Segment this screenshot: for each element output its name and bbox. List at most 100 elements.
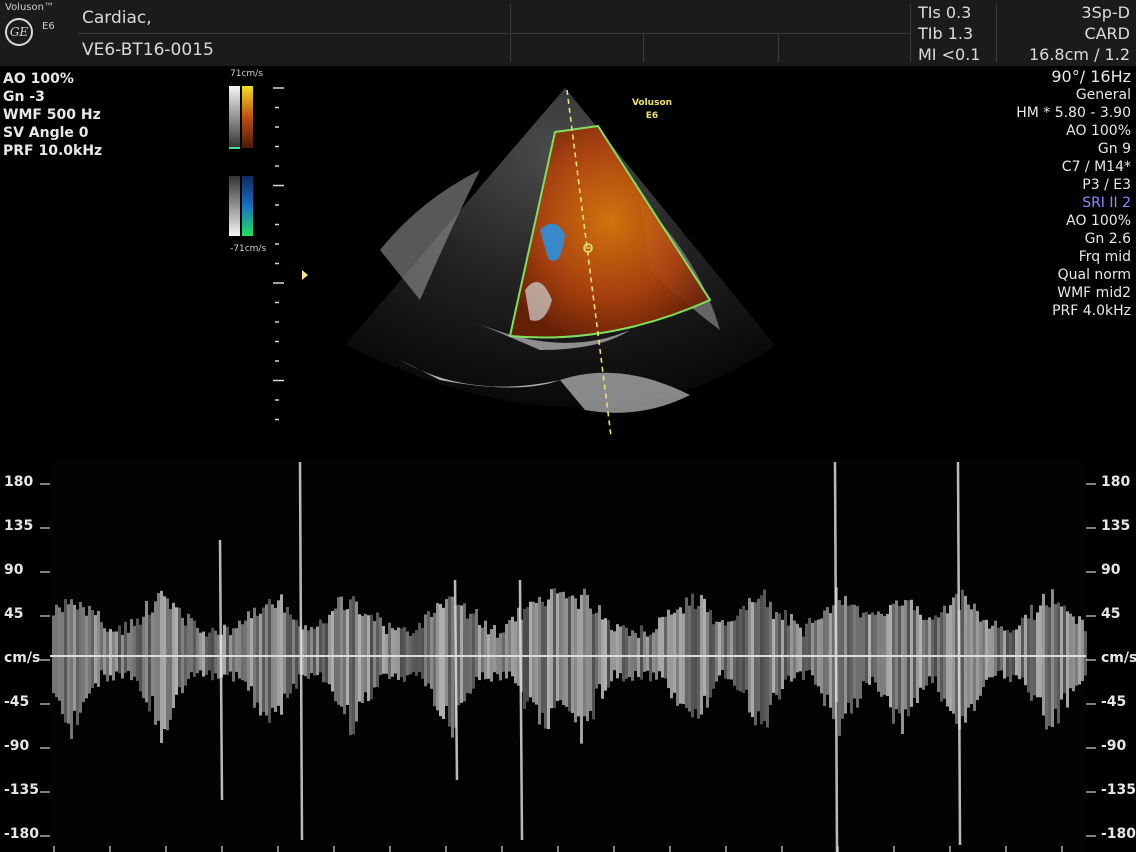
spectral-column xyxy=(1057,602,1060,724)
spectral-column xyxy=(514,621,517,684)
spectral-column xyxy=(304,625,307,677)
spectral-column xyxy=(364,613,367,693)
spectral-column xyxy=(94,615,97,684)
spectral-column xyxy=(415,630,418,676)
spectral-column xyxy=(592,613,595,720)
spectral-column xyxy=(655,629,658,680)
spectral-column xyxy=(1006,629,1009,677)
spectral-column xyxy=(1000,626,1003,671)
spectral-column xyxy=(781,619,784,690)
header-bar: Voluson™ GE E6 Cardiac, VE6-BT16-0015 TI… xyxy=(0,0,1136,66)
spectral-column xyxy=(358,614,361,702)
spectral-column xyxy=(130,619,133,681)
spectral-column xyxy=(64,599,67,723)
spectral-column xyxy=(328,614,331,685)
spectral-column xyxy=(262,607,265,712)
spectral-column xyxy=(709,609,712,698)
spectral-column xyxy=(526,607,529,702)
spectral-column xyxy=(784,609,787,680)
spectral-column xyxy=(898,605,901,714)
header-divider xyxy=(510,33,910,34)
spectral-column xyxy=(667,609,670,689)
spectral-column xyxy=(550,589,553,709)
velocity-tick-label: 45 xyxy=(4,606,24,622)
spectral-column xyxy=(796,623,799,673)
spectral-column xyxy=(562,591,565,706)
spectral-column xyxy=(1084,631,1087,676)
spectral-column xyxy=(1024,614,1027,686)
spectral-column xyxy=(787,625,790,676)
spectral-column xyxy=(79,601,82,713)
spectral-column xyxy=(910,599,913,707)
spectral-column xyxy=(922,619,925,690)
spectral-column xyxy=(853,604,856,699)
velocity-tick-label: -135 xyxy=(4,782,40,798)
spectral-column xyxy=(1081,619,1084,682)
spectral-column xyxy=(169,608,172,720)
spectral-column xyxy=(148,614,151,712)
spectral-column xyxy=(865,611,868,683)
spectral-column xyxy=(1075,623,1078,686)
spectral-column xyxy=(625,627,628,679)
spectral-column xyxy=(985,619,988,680)
spectral-column xyxy=(559,592,562,701)
spectral-column xyxy=(199,632,202,671)
velocity-tick-label: 45 xyxy=(1101,606,1121,622)
spectral-column xyxy=(1066,611,1069,708)
spectral-column xyxy=(88,605,91,694)
spectral-column xyxy=(100,622,103,671)
spectral-column xyxy=(472,613,475,689)
spectral-column xyxy=(745,610,748,690)
spectral-column xyxy=(91,610,94,688)
color-bar-velocity-top xyxy=(229,86,240,148)
spectral-column xyxy=(769,601,772,705)
spectral-column xyxy=(421,627,424,679)
header-divider xyxy=(910,4,911,62)
spectral-column xyxy=(973,603,976,712)
spectral-column xyxy=(913,610,916,699)
spectral-column xyxy=(1009,632,1012,682)
color-bar-flow-toward xyxy=(242,86,253,148)
spectral-column xyxy=(724,625,727,679)
spectral-column xyxy=(805,623,808,671)
velocity-tick-label: -45 xyxy=(4,694,30,710)
spectral-column xyxy=(874,614,877,683)
voluson-watermark: Voluson E6 xyxy=(628,97,676,123)
spectral-column xyxy=(151,612,154,697)
color-bar-velocity-bottom xyxy=(229,176,240,236)
spectral-column xyxy=(508,620,511,672)
spectral-column xyxy=(58,607,61,701)
spectral-column xyxy=(133,625,136,677)
spectral-column xyxy=(538,596,541,725)
patient-id: VE6-BT16-0015 xyxy=(82,40,214,60)
spectral-column xyxy=(916,606,919,704)
spectral-column xyxy=(700,594,703,715)
probe-mode: 3Sp-D xyxy=(1081,3,1130,22)
spectral-column xyxy=(319,619,322,673)
spectral-column xyxy=(115,631,118,672)
spectral-column xyxy=(142,616,145,699)
spectral-column xyxy=(433,612,436,707)
spectral-column xyxy=(844,596,847,714)
spectral-column xyxy=(310,627,313,674)
spectral-column xyxy=(682,613,685,705)
spectral-column xyxy=(775,611,778,695)
velocity-tick-label: -90 xyxy=(1101,738,1127,754)
preset-label: CARD xyxy=(1084,24,1130,43)
spectral-column xyxy=(61,612,64,715)
spectral-column xyxy=(85,615,88,699)
spectral-column xyxy=(511,616,514,677)
spectral-column xyxy=(313,628,316,676)
spectral-column xyxy=(742,605,745,694)
spectral-column xyxy=(982,620,985,688)
spectral-column xyxy=(979,621,982,696)
spectral-column xyxy=(346,609,349,705)
spectral-column xyxy=(637,637,640,677)
watermark-line2: E6 xyxy=(645,111,659,121)
spectral-column xyxy=(355,601,358,722)
spectral-column xyxy=(451,596,454,738)
velocity-tick-label: 180 xyxy=(1101,474,1131,490)
spectral-column xyxy=(439,604,442,717)
velocity-tick-label: cm/s xyxy=(1101,650,1136,666)
spectral-column xyxy=(646,636,649,671)
